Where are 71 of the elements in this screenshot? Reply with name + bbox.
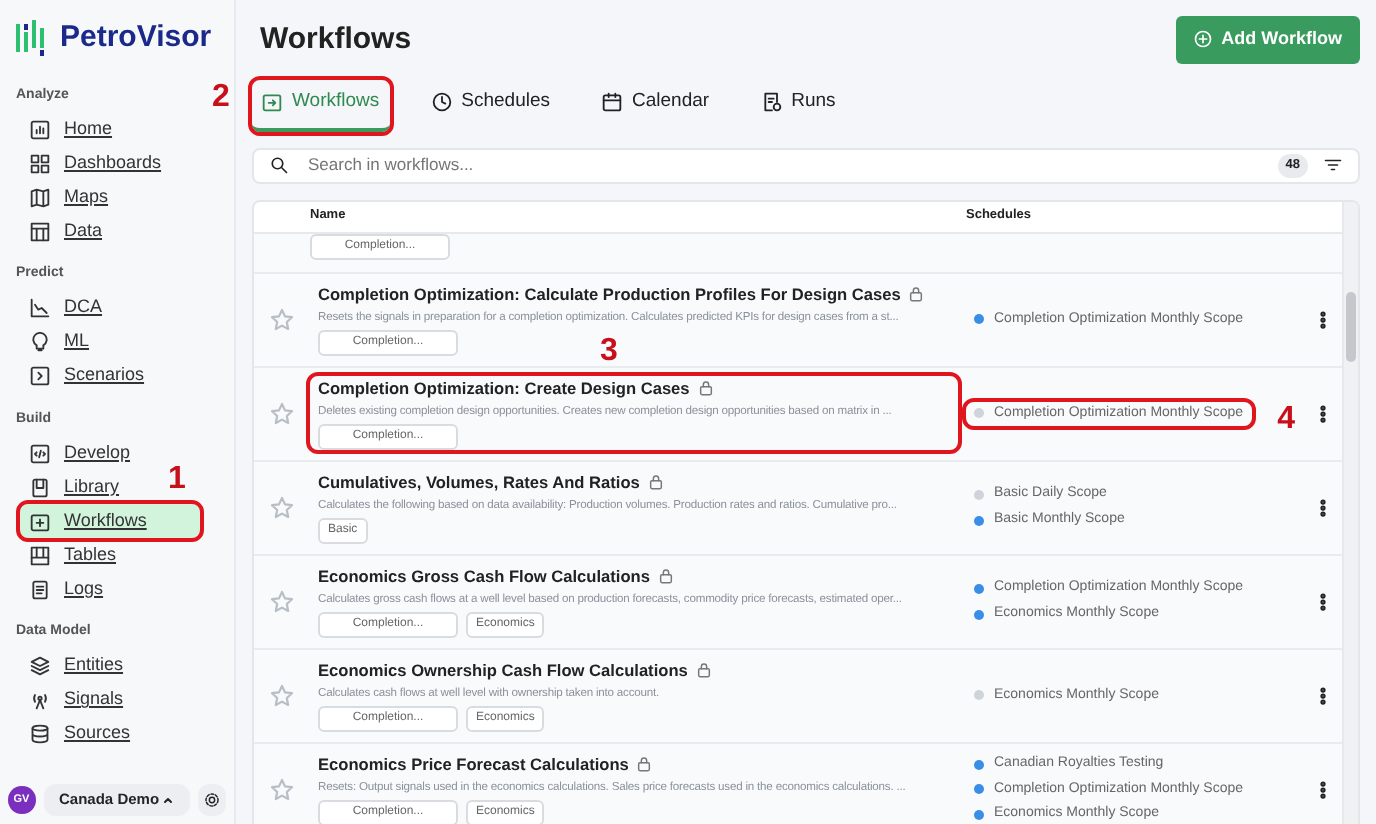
workflow-title: Cumulatives, Volumes, Rates And Ratios <box>318 470 640 496</box>
chart-icon <box>30 119 50 139</box>
logo-text: PetroVisor <box>60 18 212 58</box>
callout-number: 4 <box>1277 403 1296 435</box>
grid-icon <box>30 153 50 173</box>
sidebar-item[interactable]: Library <box>20 470 130 504</box>
search-icon <box>270 156 288 175</box>
kebab-icon[interactable] <box>1320 403 1326 424</box>
sidebar-item[interactable]: Sources <box>20 717 141 751</box>
star-icon[interactable] <box>270 589 294 614</box>
bulb-icon <box>30 332 50 352</box>
search-input[interactable]: Search in workflows... <box>304 150 1262 181</box>
callout-number: 3 <box>600 336 618 369</box>
kebab-icon[interactable] <box>1320 497 1326 518</box>
star-icon[interactable] <box>270 401 294 426</box>
caret-icon <box>162 794 175 806</box>
sidebar-item[interactable]: Home <box>20 112 123 146</box>
table-icon <box>30 221 50 241</box>
tab[interactable]: Workflows <box>252 79 390 132</box>
tab[interactable]: Calendar <box>592 79 720 132</box>
kebab-icon[interactable] <box>1320 591 1326 612</box>
document-icon <box>761 91 782 112</box>
settings-button[interactable] <box>198 784 226 816</box>
tab[interactable]: Schedules <box>421 79 561 132</box>
sidebar-item[interactable]: Signals <box>20 683 134 717</box>
code-icon <box>30 443 50 463</box>
sidebar-item[interactable]: ML <box>20 325 100 359</box>
sidebar-item[interactable]: Tables <box>20 538 127 572</box>
tab[interactable]: Runs <box>751 79 846 132</box>
gear-icon <box>204 792 221 808</box>
layers-icon <box>30 656 50 676</box>
workflow-title: Economics Ownership Cash Flow Calculations <box>318 658 688 684</box>
sidebar-item[interactable]: Logs <box>20 572 114 606</box>
scrollbar-thumb[interactable] <box>1346 291 1356 362</box>
sidebar-item[interactable]: Workflows <box>20 504 200 538</box>
star-icon[interactable] <box>270 777 294 802</box>
kebab-icon[interactable] <box>1320 685 1326 706</box>
calendar-icon <box>602 91 623 112</box>
antenna-icon <box>30 690 50 710</box>
star-icon[interactable] <box>270 683 294 708</box>
book-icon <box>30 477 50 497</box>
workflow-title: Completion Optimization: Create Design Cases <box>318 376 690 402</box>
workflow-title: Completion Optimization: Calculate Production Profiles For Design Cases <box>318 282 901 308</box>
columns-icon <box>30 545 50 565</box>
folder-icon <box>30 511 50 531</box>
page-title: Workflows <box>260 19 412 59</box>
callout-number: 2 <box>212 81 230 113</box>
plus-circle-icon <box>1193 30 1212 49</box>
log-icon <box>30 579 50 599</box>
folder-icon <box>262 91 282 112</box>
logo-icon <box>16 20 44 57</box>
clock-icon <box>431 91 452 112</box>
sidebar-item[interactable]: Develop <box>20 436 141 470</box>
sidebar-item[interactable]: Maps <box>20 180 119 214</box>
star-icon[interactable] <box>270 307 294 332</box>
workflow-title: Economics Gross Cash Flow Calculations <box>318 564 650 590</box>
scenario-icon <box>30 366 50 386</box>
kebab-icon[interactable] <box>1320 309 1326 330</box>
filter-icon <box>1324 156 1342 175</box>
database-icon <box>30 724 50 744</box>
star-icon[interactable] <box>270 495 294 520</box>
sidebar-item[interactable]: DCA <box>20 291 113 325</box>
sidebar-item[interactable]: Scenarios <box>20 359 155 393</box>
sidebar-item[interactable]: Dashboards <box>20 146 172 180</box>
workflow-title: Economics Price Forecast Calculations <box>318 752 629 778</box>
map-icon <box>30 187 50 207</box>
kebab-icon[interactable] <box>1320 779 1326 800</box>
sidebar-item[interactable]: Entities <box>20 649 134 683</box>
curve-icon <box>30 298 50 318</box>
callout-number: 1 <box>168 464 186 496</box>
sidebar-item[interactable]: Data <box>20 214 113 248</box>
